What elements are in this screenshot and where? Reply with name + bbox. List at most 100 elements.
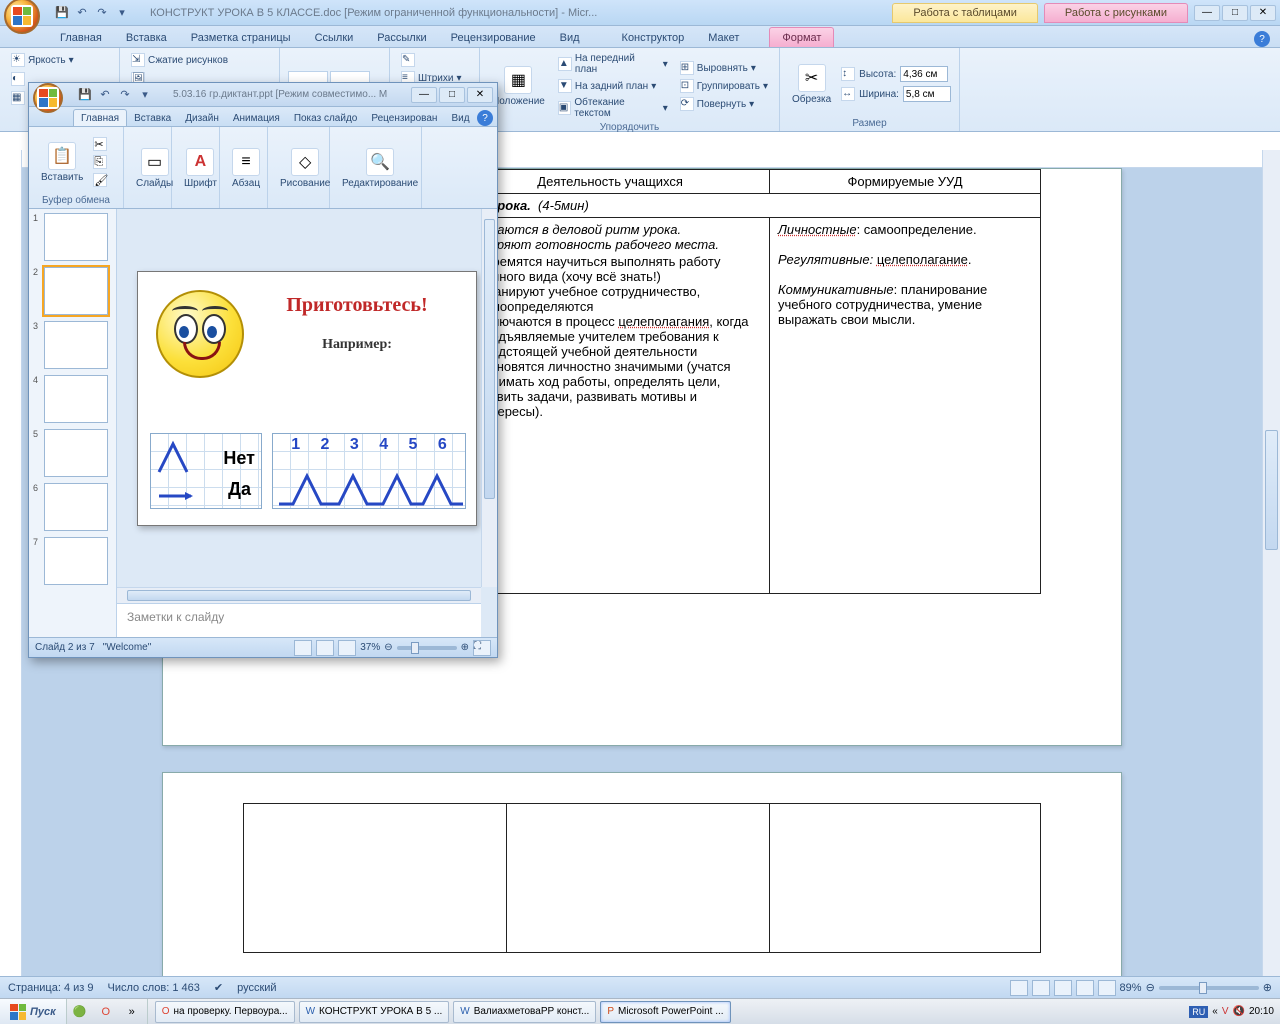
taskbar-item-powerpoint[interactable]: PMicrosoft PowerPoint ...	[600, 1001, 730, 1023]
view-draft[interactable]	[1098, 980, 1116, 996]
send-back-button[interactable]: ▼На задний план ▾	[555, 78, 671, 94]
ppt-zoom-level[interactable]: 37%	[360, 642, 380, 653]
slide-thumbnail-6[interactable]	[44, 483, 108, 531]
ppt-tab-design[interactable]: Дизайн	[178, 110, 226, 126]
close-button[interactable]: ✕	[1250, 5, 1276, 21]
ppt-zoom-slider[interactable]	[397, 646, 457, 650]
ppt-horizontal-scrollbar[interactable]	[117, 587, 481, 603]
status-proofing-icon[interactable]: ✔	[214, 981, 223, 994]
qat-dropdown-icon[interactable]: ▾	[114, 5, 130, 21]
status-word-count[interactable]: Число слов: 1 463	[108, 982, 200, 994]
tab-review[interactable]: Рецензирование	[439, 28, 548, 47]
minimize-button[interactable]: —	[1194, 5, 1220, 21]
ppt-minimize-button[interactable]: —	[411, 87, 437, 103]
ppt-font-button[interactable]: AШрифт	[180, 146, 221, 191]
ppt-view-slideshow[interactable]	[338, 640, 356, 656]
ppt-view-normal[interactable]	[294, 640, 312, 656]
ppt-tab-review[interactable]: Рецензирован	[364, 110, 444, 126]
zoom-slider[interactable]	[1159, 986, 1259, 990]
ppt-vertical-scrollbar[interactable]	[481, 209, 497, 587]
maximize-button[interactable]: □	[1222, 5, 1248, 21]
taskbar-item-word-1[interactable]: WКОНСТРУКТ УРОКА В 5 ...	[299, 1001, 450, 1023]
contrast-button[interactable]: ◐	[8, 71, 28, 87]
view-outline[interactable]	[1076, 980, 1094, 996]
save-icon[interactable]: 💾	[54, 5, 70, 21]
slide-thumbnail-4[interactable]	[44, 375, 108, 423]
taskbar-item-word-2[interactable]: WВалиахметоваРР конст...	[453, 1001, 596, 1023]
slide-thumbnail-1[interactable]	[44, 213, 108, 261]
undo-icon[interactable]: ↶	[74, 5, 90, 21]
ppt-tab-animations[interactable]: Анимация	[226, 110, 287, 126]
recolor-button[interactable]: ▦	[8, 90, 28, 106]
taskbar-item-opera[interactable]: Oна проверку. Первоура...	[155, 1001, 295, 1023]
slide-canvas[interactable]: Приготовьтесь! Например: Нет Да 123456	[137, 271, 477, 526]
group-button[interactable]: ⊡Группировать ▾	[677, 78, 771, 94]
view-web-layout[interactable]	[1054, 980, 1072, 996]
ppt-office-button[interactable]	[33, 83, 63, 113]
tab-view[interactable]: Вид	[548, 28, 592, 47]
ppt-tab-home[interactable]: Главная	[73, 109, 127, 126]
chrome-icon[interactable]: 🟢	[69, 1001, 91, 1023]
format-painter-icon[interactable]: 🖌	[93, 173, 107, 187]
tray-network-icon[interactable]: 🔇	[1233, 1006, 1245, 1017]
zoom-out-button[interactable]: ⊖	[1146, 981, 1155, 994]
text-wrap-button[interactable]: ▣Обтекание текстом ▾	[555, 96, 671, 120]
align-button[interactable]: ⊞Выровнять ▾	[677, 60, 771, 76]
ppt-fit-window[interactable]: ⛶	[473, 640, 491, 656]
ppt-status-slide[interactable]: Слайд 2 из 7	[35, 642, 95, 653]
redo-icon[interactable]: ↷	[94, 5, 110, 21]
ppt-zoom-out[interactable]: ⊖	[384, 642, 392, 653]
brightness-button[interactable]: ☀Яркость ▾	[8, 52, 77, 68]
tray-expand-icon[interactable]: «	[1212, 1006, 1218, 1017]
clock[interactable]: 20:10	[1249, 1006, 1274, 1017]
zoom-in-button[interactable]: ⊕	[1263, 981, 1272, 994]
opera-icon[interactable]: O	[95, 1001, 117, 1023]
bring-front-button[interactable]: ▲На передний план ▾	[555, 52, 671, 76]
ppt-zoom-in[interactable]: ⊕	[461, 642, 469, 653]
tab-page-layout[interactable]: Разметка страницы	[179, 28, 303, 47]
compress-pictures-button[interactable]: ⇲Сжатие рисунков	[128, 52, 231, 68]
copy-icon[interactable]: ⎘	[93, 155, 107, 169]
ppt-qat-dropdown-icon[interactable]: ▾	[137, 87, 153, 103]
crop-button[interactable]: ✂ Обрезка	[788, 62, 835, 107]
ppt-maximize-button[interactable]: □	[439, 87, 465, 103]
tab-table-layout[interactable]: Макет	[696, 28, 751, 47]
start-button[interactable]: Пуск	[0, 999, 67, 1024]
slide-thumbnail-3[interactable]	[44, 321, 108, 369]
word-vertical-scrollbar[interactable]	[1262, 150, 1280, 1002]
ppt-close-button[interactable]: ✕	[467, 87, 493, 103]
cut-icon[interactable]: ✂	[93, 137, 107, 151]
help-icon[interactable]: ?	[1254, 31, 1270, 47]
ppt-undo-icon[interactable]: ↶	[97, 87, 113, 103]
slide-thumbnail-2[interactable]	[44, 267, 108, 315]
ppt-tab-view[interactable]: Вид	[444, 110, 476, 126]
ppt-tab-insert[interactable]: Вставка	[127, 110, 178, 126]
slide-thumbnail-7[interactable]	[44, 537, 108, 585]
tab-home[interactable]: Главная	[48, 28, 114, 47]
view-full-screen[interactable]	[1032, 980, 1050, 996]
scroll-thumb[interactable]	[1265, 430, 1278, 550]
zoom-level[interactable]: 89%	[1120, 982, 1142, 994]
view-print-layout[interactable]	[1010, 980, 1028, 996]
ppt-paragraph-button[interactable]: ≡Абзац	[228, 146, 264, 191]
ppt-redo-icon[interactable]: ↷	[117, 87, 133, 103]
status-language[interactable]: русский	[237, 982, 276, 994]
tab-references[interactable]: Ссылки	[303, 28, 366, 47]
ppt-help-icon[interactable]: ?	[477, 110, 493, 126]
rotate-button[interactable]: ⟳Повернуть ▾	[677, 96, 771, 112]
tray-antivirus-icon[interactable]: V	[1222, 1006, 1229, 1017]
height-input[interactable]	[900, 66, 948, 82]
ppt-paste-button[interactable]: 📋Вставить	[37, 140, 87, 185]
tab-picture-format[interactable]: Формат	[769, 27, 834, 47]
ppt-drawing-button[interactable]: ◇Рисование	[276, 146, 334, 191]
ppt-status-theme[interactable]: "Welcome"	[103, 642, 152, 653]
status-page[interactable]: Страница: 4 из 9	[8, 982, 94, 994]
picture-border-button[interactable]: ✎	[398, 52, 418, 68]
width-input[interactable]	[903, 86, 951, 102]
ppt-editing-button[interactable]: 🔍Редактирование	[338, 146, 422, 191]
slide-thumbnail-5[interactable]	[44, 429, 108, 477]
tab-insert[interactable]: Вставка	[114, 28, 179, 47]
ppt-slides-button[interactable]: ▭Слайды	[132, 146, 177, 191]
tab-mailings[interactable]: Рассылки	[365, 28, 438, 47]
notes-pane[interactable]: Заметки к слайду	[117, 603, 481, 637]
